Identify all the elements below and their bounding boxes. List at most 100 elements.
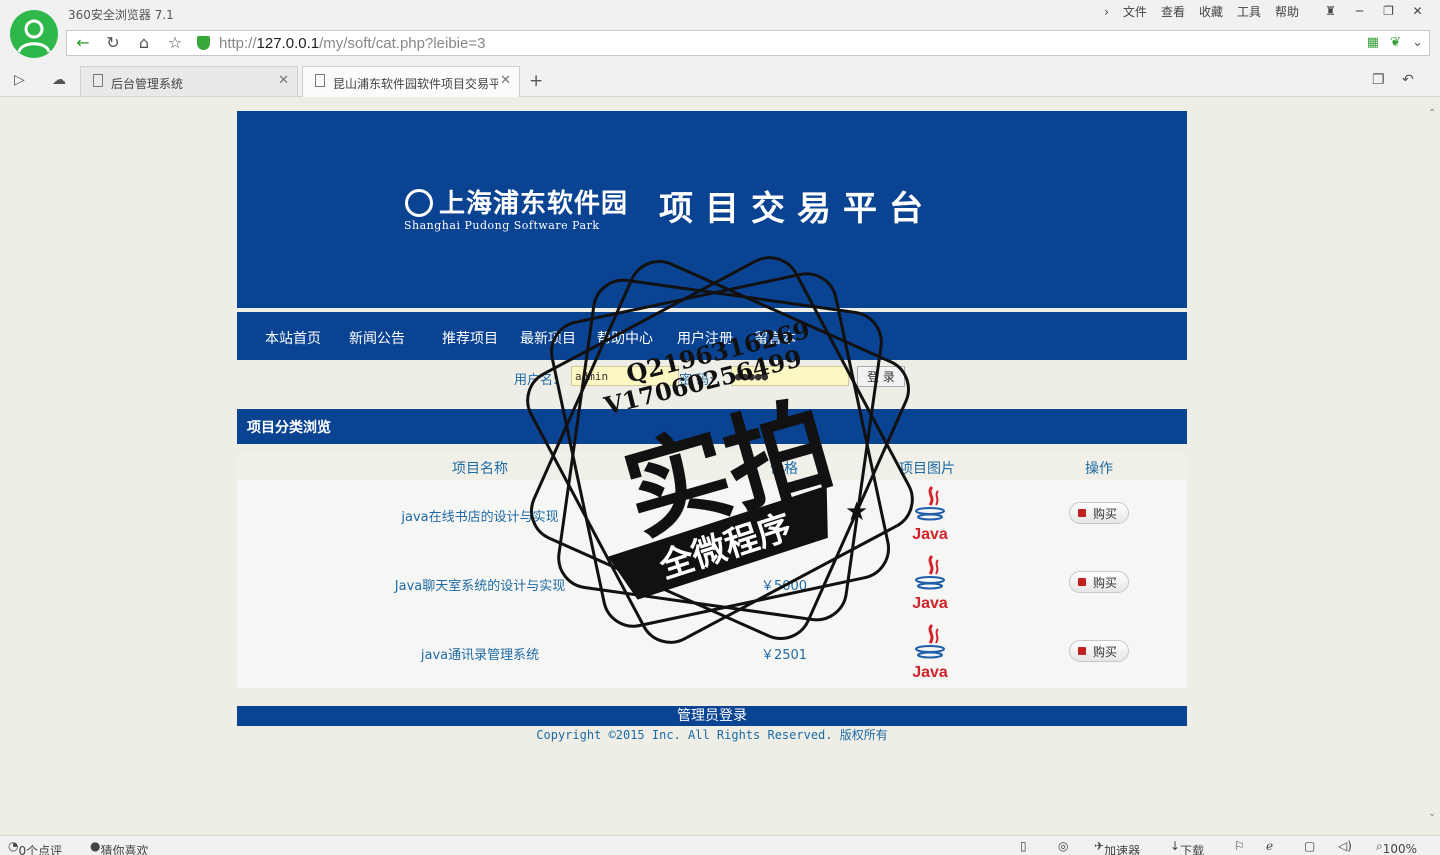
- tab-list-icon[interactable]: ❐: [1372, 72, 1385, 88]
- flag-icon[interactable]: ⚐: [1234, 839, 1245, 853]
- scroll-down-icon[interactable]: ⌄: [1428, 808, 1436, 819]
- menu-help[interactable]: 帮助: [1268, 4, 1306, 20]
- new-tab-icon[interactable]: +: [529, 71, 543, 91]
- svg-text:Java: Java: [912, 595, 948, 612]
- nav-recommended[interactable]: 推荐项目: [442, 328, 498, 348]
- nav-latest[interactable]: 最新项目: [520, 328, 576, 348]
- nav-home[interactable]: 本站首页: [265, 328, 321, 348]
- table-row: java通讯录管理系统 ￥2501 Java 购买: [237, 618, 1187, 687]
- site-banner: 上海浦东软件园 Shanghai Pudong Software Park 项目…: [237, 111, 1187, 308]
- password-input[interactable]: [731, 366, 849, 386]
- java-logo-icon[interactable]: Java: [906, 552, 954, 612]
- undo-close-icon[interactable]: ↶: [1402, 72, 1414, 88]
- reload-icon[interactable]: ↻: [99, 33, 127, 53]
- home-icon[interactable]: ⌂: [130, 33, 158, 53]
- java-logo-icon[interactable]: Java: [906, 621, 954, 681]
- tab-close-icon[interactable]: ✕: [498, 73, 511, 88]
- section-title: 项目分类浏览: [237, 409, 1187, 444]
- footer-bar: 管理员登录: [237, 706, 1187, 726]
- reviews-status[interactable]: ◔ 0个点评: [8, 839, 62, 855]
- user-avatar-icon[interactable]: [10, 10, 58, 58]
- url-text[interactable]: http://127.0.0.1/my/soft/cat.php?leibie=…: [219, 35, 485, 52]
- close-icon[interactable]: ✕: [1403, 2, 1432, 22]
- login-button[interactable]: 登 录: [857, 366, 905, 387]
- scroll-up-icon[interactable]: ⌃: [1428, 108, 1436, 119]
- park-logo: 上海浦东软件园: [405, 183, 628, 220]
- skin-icon[interactable]: ♜: [1316, 2, 1345, 22]
- status-bar: ◔ 0个点评 ● 猜你喜欢 ▯ ◎ ✈ 加速器 ↓ 下载 ⚐ ℯ ▢ ◁) ⌕ …: [0, 835, 1440, 855]
- platform-title: 项目交易平台: [659, 189, 935, 229]
- svg-text:Java: Java: [912, 664, 948, 681]
- tab-label: 昆山浦东软件园软件项目交易平: [333, 77, 502, 91]
- page-icon: [93, 74, 103, 87]
- table-row: java在线书店的设计与实现 Java 购买: [237, 480, 1187, 549]
- project-name-link[interactable]: java在线书店的设计与实现: [401, 506, 558, 525]
- buy-button[interactable]: 购买: [1069, 502, 1129, 524]
- minimize-icon[interactable]: ─: [1345, 2, 1374, 22]
- project-name-link[interactable]: java通讯录管理系统: [421, 644, 539, 663]
- tab-bar: ▷ ☁ 后台管理系统 ✕ 昆山浦东软件园软件项目交易平 ✕ + ❐ ↶: [0, 66, 1440, 97]
- ie-mode-icon[interactable]: ℯ: [1266, 839, 1273, 853]
- header-image: 项目图片: [899, 461, 955, 477]
- project-price: ￥5000: [760, 579, 808, 594]
- menu-tools[interactable]: 工具: [1230, 4, 1268, 20]
- java-logo-icon[interactable]: Java: [906, 483, 954, 543]
- leaf-icon[interactable]: ❦: [1390, 35, 1401, 50]
- project-table: 项目名称 价格 项目图片 操作 java在线书店的设计与实现 Java 购买 J…: [237, 452, 1187, 688]
- menu-arrow-icon[interactable]: ›: [1097, 4, 1116, 20]
- menu-view[interactable]: 查看: [1154, 4, 1192, 20]
- nav-guestbook[interactable]: 留言本: [754, 328, 796, 348]
- tab-close-icon[interactable]: ✕: [278, 73, 289, 88]
- browser-chrome: 360安全浏览器 7.1 › 文件 查看 收藏 工具 帮助 ♜ ─ ❐ ✕ ← …: [0, 0, 1440, 97]
- park-logo-mark-icon: [405, 189, 433, 217]
- login-form: 用户名: 密 码: 登 录: [237, 364, 1187, 392]
- park-logo-english: Shanghai Pudong Software Park: [404, 219, 600, 232]
- zoom-level[interactable]: ⌕ 100%: [1376, 839, 1417, 855]
- dropdown-chevron-icon[interactable]: ⌄: [1412, 35, 1423, 50]
- username-label: 用户名:: [514, 373, 558, 388]
- menu-bar: › 文件 查看 收藏 工具 帮助: [1097, 4, 1306, 20]
- cloud-icon[interactable]: ☁: [52, 72, 66, 88]
- menu-favorites[interactable]: 收藏: [1192, 4, 1230, 20]
- speed-icon[interactable]: ◎: [1058, 839, 1068, 853]
- restore-icon[interactable]: ❐: [1374, 2, 1403, 22]
- tab-project-platform[interactable]: 昆山浦东软件园软件项目交易平 ✕: [302, 66, 520, 97]
- page-icon: [315, 74, 325, 87]
- app-title: 360安全浏览器 7.1: [68, 8, 174, 22]
- recommend-status[interactable]: ● 猜你喜欢: [90, 839, 149, 855]
- download-button[interactable]: ↓ 下载: [1170, 839, 1204, 855]
- project-name-link[interactable]: Java聊天室系统的设计与实现: [395, 575, 565, 594]
- favorite-star-icon[interactable]: ☆: [161, 33, 189, 53]
- nav-help[interactable]: 帮助中心: [597, 328, 653, 348]
- admin-login-link[interactable]: 管理员登录: [677, 708, 747, 724]
- project-price: ￥2501: [760, 648, 808, 663]
- svg-text:Java: Java: [912, 526, 948, 543]
- page-scrollbar[interactable]: ⌃ ⌄: [1426, 98, 1440, 835]
- table-header: 项目名称 价格 项目图片 操作: [237, 452, 1187, 480]
- security-shield-icon[interactable]: [197, 36, 210, 50]
- buy-button[interactable]: 购买: [1069, 640, 1129, 662]
- nav-news[interactable]: 新闻公告: [349, 328, 405, 348]
- menu-file[interactable]: 文件: [1116, 4, 1154, 20]
- table-row: Java聊天室系统的设计与实现 ￥5000 Java 购买: [237, 549, 1187, 618]
- password-label: 密 码:: [679, 373, 714, 388]
- nav-register[interactable]: 用户注册: [677, 328, 733, 348]
- sidebar-toggle-icon[interactable]: ▷: [14, 72, 25, 88]
- username-input[interactable]: [571, 366, 679, 386]
- header-price: 价格: [770, 461, 798, 477]
- buy-button[interactable]: 购买: [1069, 571, 1129, 593]
- header-action: 操作: [1085, 461, 1113, 477]
- header-name: 项目名称: [452, 461, 508, 477]
- site-nav: 本站首页 新闻公告 推荐项目 最新项目 帮助中心 用户注册 留言本: [237, 312, 1187, 360]
- address-bar[interactable]: ← ↻ ⌂ ☆ http://127.0.0.1/my/soft/cat.php…: [66, 30, 1430, 56]
- window-icon[interactable]: ▢: [1304, 839, 1315, 853]
- volume-icon[interactable]: ◁): [1338, 839, 1352, 853]
- phone-icon[interactable]: ▯: [1020, 839, 1027, 853]
- back-icon[interactable]: ←: [69, 33, 97, 53]
- window-controls: ♜ ─ ❐ ✕: [1316, 2, 1432, 22]
- tab-admin[interactable]: 后台管理系统 ✕: [80, 66, 298, 96]
- qrcode-icon[interactable]: ▦: [1367, 35, 1379, 50]
- accelerator-button[interactable]: ✈ 加速器: [1094, 839, 1140, 855]
- tab-label: 后台管理系统: [111, 77, 184, 91]
- copyright: Copyright ©2015 Inc. All Rights Reserved…: [536, 728, 888, 742]
